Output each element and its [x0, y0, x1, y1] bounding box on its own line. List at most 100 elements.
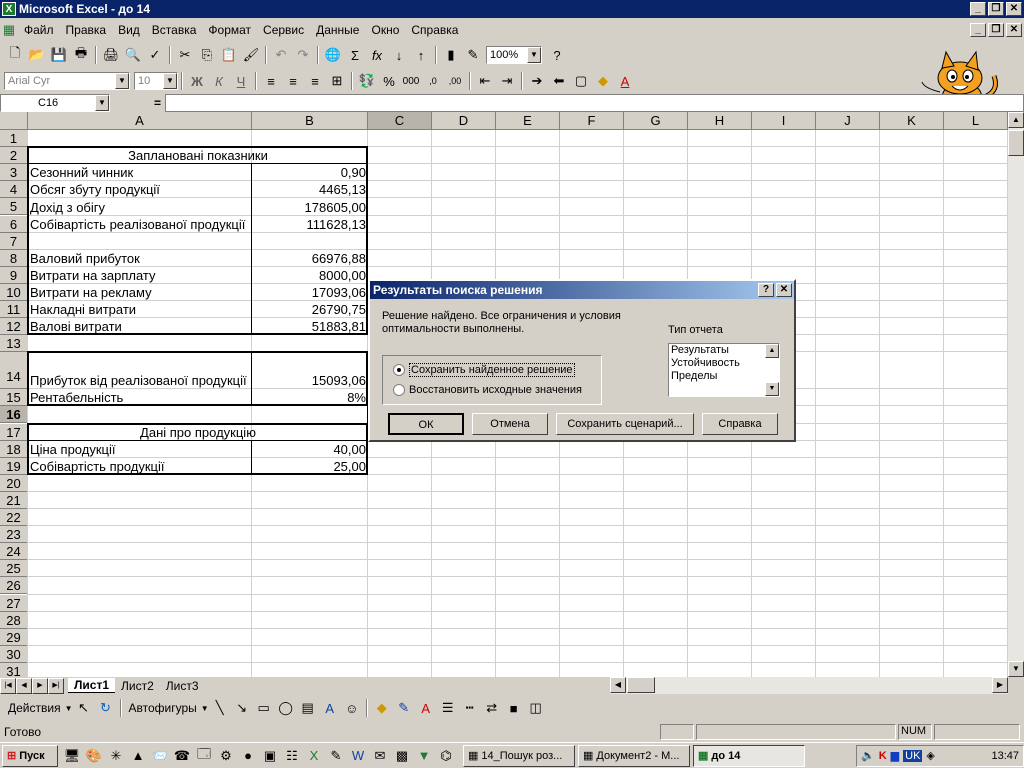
radio-restore-option[interactable]: Восстановить исходные значения: [393, 384, 582, 396]
column-header-k[interactable]: K: [880, 112, 944, 130]
row-header[interactable]: 7: [0, 232, 28, 250]
row-header[interactable]: 8: [0, 249, 28, 267]
row-header[interactable]: 1: [0, 130, 28, 148]
equals-sign[interactable]: =: [154, 96, 161, 110]
sheet-tab-2[interactable]: Лист2: [115, 679, 160, 693]
print-icon[interactable]: 🖨: [100, 44, 122, 66]
italic-icon[interactable]: К: [208, 70, 230, 92]
radio-restore[interactable]: [393, 384, 405, 396]
volume-icon[interactable]: 🔈: [861, 749, 875, 762]
help-icon[interactable]: ?: [546, 44, 568, 66]
autoshapes-menu[interactable]: Автофигуры: [125, 701, 201, 715]
save-icon[interactable]: 💾: [48, 44, 70, 66]
chevron-down-icon[interactable]: ▼: [201, 704, 209, 713]
sheet-tab-3[interactable]: Лист3: [160, 679, 205, 693]
align-right-icon[interactable]: ≡: [304, 70, 326, 92]
list-scroll-down-icon[interactable]: ▼: [765, 382, 779, 396]
cell-b11[interactable]: 26790,75: [252, 301, 368, 318]
row-header[interactable]: 10: [0, 283, 28, 301]
row-header[interactable]: 3: [0, 164, 28, 182]
quicklaunch-app-icon[interactable]: 📨: [149, 745, 171, 767]
shadow-icon[interactable]: ■: [503, 697, 525, 719]
autosum-icon[interactable]: Σ: [344, 44, 366, 66]
dialog-help-icon[interactable]: ?: [758, 283, 774, 297]
cell-b8[interactable]: 66976,88: [252, 250, 368, 267]
cell-a18[interactable]: Ціна продукції: [28, 441, 252, 458]
row-header[interactable]: 23: [0, 526, 28, 544]
currency-icon[interactable]: 💱: [356, 70, 378, 92]
doc-close-button[interactable]: ✕: [1006, 23, 1022, 37]
row-header[interactable]: 4: [0, 181, 28, 199]
cell-a3[interactable]: Сезонний чинник: [28, 164, 252, 181]
menu-tools[interactable]: Сервис: [257, 23, 310, 37]
chevron-down-icon[interactable]: ▼: [65, 704, 73, 713]
quicklaunch-app-icon[interactable]: ▩: [391, 745, 413, 767]
dialog-close-icon[interactable]: ✕: [776, 283, 792, 297]
row-header[interactable]: 28: [0, 611, 28, 629]
quicklaunch-app-icon[interactable]: ●: [237, 745, 259, 767]
permission-icon[interactable]: 🖶: [70, 44, 92, 66]
thousands-icon[interactable]: 000: [400, 70, 422, 92]
row-header[interactable]: 6: [0, 215, 28, 233]
minimize-button[interactable]: _: [970, 2, 986, 16]
3d-icon[interactable]: ◫: [525, 697, 547, 719]
list-scroll-up-icon[interactable]: ▲: [765, 344, 779, 358]
last-sheet-icon[interactable]: ▶|: [48, 677, 64, 694]
quicklaunch-app-icon[interactable]: ☷: [281, 745, 303, 767]
task-button-1[interactable]: ▦ 14_Пошук роз...: [463, 744, 575, 767]
cell-a4[interactable]: Обсяг збуту продукції: [28, 181, 252, 198]
start-button[interactable]: ⊞ Пуск: [2, 744, 58, 767]
menu-view[interactable]: Вид: [112, 23, 146, 37]
row-header[interactable]: 11: [0, 301, 28, 319]
column-header-g[interactable]: G: [624, 112, 688, 130]
first-sheet-icon[interactable]: |◀: [0, 677, 16, 694]
quicklaunch-app-icon[interactable]: ▣: [259, 745, 281, 767]
underline-icon[interactable]: Ч: [230, 70, 252, 92]
row-header[interactable]: 26: [0, 577, 28, 595]
scroll-left-icon[interactable]: ◀: [610, 677, 626, 693]
align-center-icon[interactable]: ≡: [282, 70, 304, 92]
cell-a10[interactable]: Витрати на рекламу: [28, 284, 252, 301]
quicklaunch-app-icon[interactable]: ▲: [127, 745, 149, 767]
row-header[interactable]: 20: [0, 474, 28, 492]
merge-icon[interactable]: ⊞: [326, 70, 348, 92]
cell-b5[interactable]: 178605,00: [252, 199, 368, 216]
row-header[interactable]: 27: [0, 594, 28, 612]
cell-a14[interactable]: Прибуток від реалізованої продукції: [28, 372, 252, 389]
cell-a6[interactable]: Собівартість реалізованої продукції: [28, 216, 252, 233]
fill-color-icon[interactable]: ◆: [592, 70, 614, 92]
quicklaunch-app-icon[interactable]: ✉: [369, 745, 391, 767]
new-icon[interactable]: 🗋: [4, 44, 26, 66]
cell-b18[interactable]: 40,00: [252, 441, 368, 458]
menu-file[interactable]: Файл: [18, 23, 60, 37]
row-header[interactable]: 16: [0, 406, 28, 424]
spelling-icon[interactable]: ✓: [144, 44, 166, 66]
column-header-i[interactable]: I: [752, 112, 816, 130]
quicklaunch-app-icon[interactable]: 🗔: [193, 745, 215, 767]
row-header[interactable]: 25: [0, 560, 28, 578]
borders-icon[interactable]: ▢: [570, 70, 592, 92]
report-item[interactable]: Результаты: [671, 344, 779, 357]
column-header-e[interactable]: E: [496, 112, 560, 130]
antivirus-icon[interactable]: K: [879, 750, 887, 762]
quicklaunch-app-icon[interactable]: ▼: [413, 745, 435, 767]
free-rotate-icon[interactable]: ↻: [95, 697, 117, 719]
increase-decimal-icon[interactable]: ,0: [422, 70, 444, 92]
workbook-icon[interactable]: ▦: [0, 19, 18, 41]
row-header[interactable]: 19: [0, 457, 28, 475]
align-left-icon[interactable]: ≡: [260, 70, 282, 92]
arrow-right-icon[interactable]: ➔: [526, 70, 548, 92]
font-color-icon[interactable]: A: [614, 70, 636, 92]
cell-a2[interactable]: Заплановані показники: [28, 147, 368, 164]
row-header[interactable]: 30: [0, 645, 28, 663]
prev-sheet-icon[interactable]: ◀: [16, 677, 32, 694]
column-header-h[interactable]: H: [688, 112, 752, 130]
quicklaunch-excel-icon[interactable]: X: [303, 745, 325, 767]
arrow-icon[interactable]: ↘: [231, 697, 253, 719]
vertical-scrollbar[interactable]: ▲ ▼: [1008, 112, 1024, 677]
percent-icon[interactable]: %: [378, 70, 400, 92]
hyperlink-icon[interactable]: 🌐: [322, 44, 344, 66]
zoom-select[interactable]: 100% ▼: [486, 46, 542, 64]
scroll-up-icon[interactable]: ▲: [1008, 112, 1024, 128]
restore-button[interactable]: ❐: [988, 2, 1004, 16]
